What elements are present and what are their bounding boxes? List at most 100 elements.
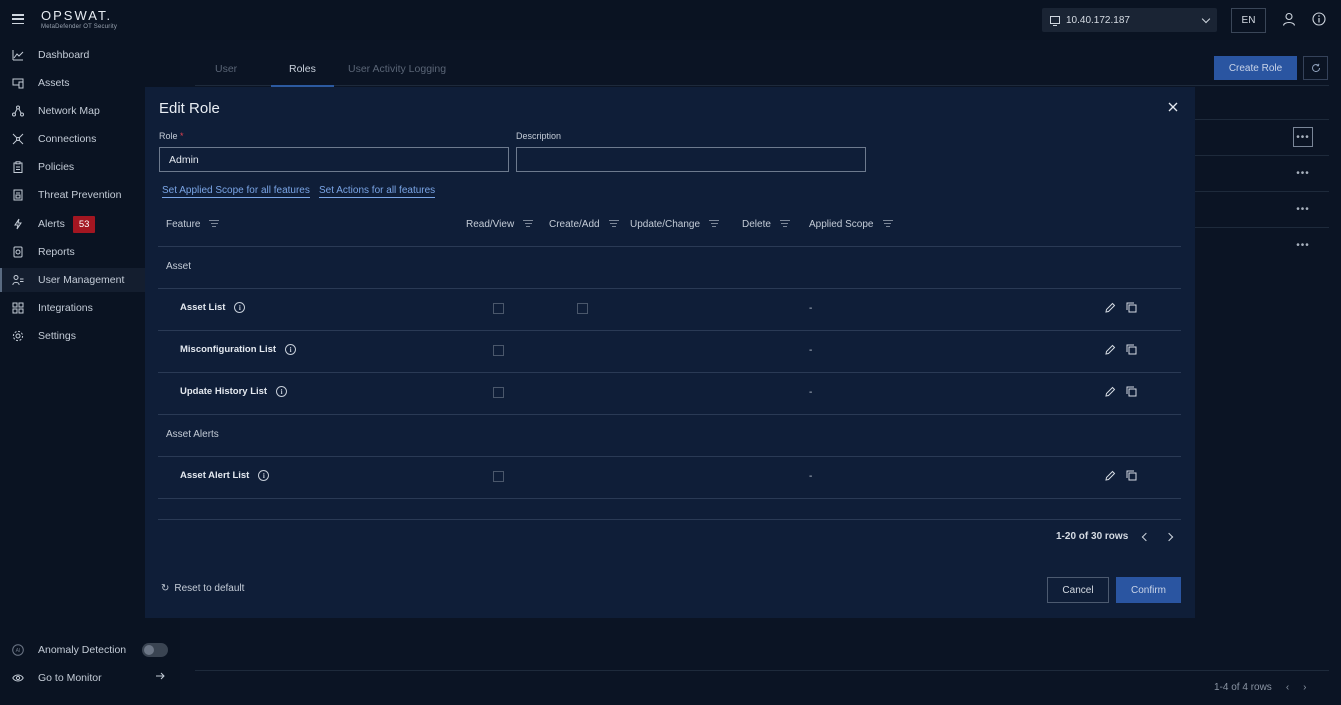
document-shield-icon	[12, 189, 24, 201]
info-icon[interactable]: i	[234, 302, 246, 313]
copy-icon[interactable]	[1126, 344, 1137, 355]
background-pagination: 1-4 of 4 rows ‹ ›	[1214, 682, 1307, 693]
column-label: Create/Add	[549, 219, 600, 230]
column-delete[interactable]: Delete	[742, 219, 790, 230]
refresh-button[interactable]	[1303, 56, 1328, 80]
filter-icon[interactable]	[523, 220, 534, 229]
chart-line-icon	[12, 49, 24, 61]
divider	[158, 372, 1181, 373]
info-icon[interactable]: i	[285, 344, 297, 355]
eye-icon	[12, 672, 24, 684]
monitor-icon	[1050, 16, 1060, 26]
read-view-checkbox[interactable]	[493, 345, 504, 356]
filter-icon[interactable]	[608, 220, 619, 229]
confirm-button[interactable]: Confirm	[1116, 577, 1181, 603]
sidebar-item-label: Assets	[38, 77, 70, 89]
go-to-monitor-link[interactable]: Go to Monitor	[0, 666, 180, 690]
role-input[interactable]: Admin	[159, 147, 509, 172]
chevron-left-icon[interactable]: ‹	[1286, 682, 1289, 693]
device-selector[interactable]: 10.40.172.187	[1042, 8, 1217, 32]
applied-scope-value: -	[809, 471, 813, 482]
applied-scope-value: -	[809, 303, 813, 314]
column-update-change[interactable]: Update/Change	[630, 219, 720, 230]
pencil-icon[interactable]	[1105, 344, 1116, 355]
gear-icon	[12, 330, 24, 342]
sidebar-item-label: Network Map	[38, 105, 100, 117]
anomaly-detection-toggle[interactable]	[142, 643, 168, 657]
set-applied-scope-link[interactable]: Set Applied Scope for all features	[162, 185, 310, 198]
create-add-checkbox[interactable]	[577, 303, 588, 314]
cancel-button[interactable]: Cancel	[1047, 577, 1109, 603]
language-button[interactable]: EN	[1231, 8, 1266, 33]
divider	[158, 456, 1181, 457]
column-create-add[interactable]: Create/Add	[549, 219, 619, 230]
copy-icon[interactable]	[1126, 386, 1137, 397]
group-asset-alerts: Asset Alerts	[166, 429, 219, 440]
copy-icon[interactable]	[1126, 302, 1137, 313]
tab-user-activity-logging[interactable]: User Activity Logging	[348, 63, 446, 75]
info-icon[interactable]	[1312, 12, 1326, 26]
read-view-checkbox[interactable]	[493, 471, 504, 482]
column-label: Read/View	[466, 219, 515, 230]
description-input[interactable]	[516, 147, 866, 172]
filter-icon[interactable]	[882, 220, 893, 229]
role-label-text: Role	[159, 131, 178, 141]
user-icon[interactable]	[1282, 12, 1296, 26]
chevron-down-icon	[1201, 14, 1211, 23]
applied-scope-value: -	[809, 345, 813, 356]
logo: OPSWAT. MetaDefender OT Security	[41, 8, 117, 30]
create-role-button[interactable]: Create Role	[1214, 56, 1297, 80]
divider	[158, 498, 1181, 499]
pencil-icon[interactable]	[1105, 302, 1116, 313]
tab-user[interactable]: User	[215, 63, 237, 75]
applied-scope-value: -	[809, 387, 813, 398]
feature-misconfiguration-list: Misconfiguration List i	[180, 344, 297, 355]
column-label: Feature	[166, 219, 201, 230]
sidebar-item-label: Policies	[38, 161, 75, 173]
top-bar: OPSWAT. MetaDefender OT Security 10.40.1…	[0, 0, 1341, 40]
logo-main: OPSWAT.	[41, 8, 113, 23]
divider	[158, 414, 1181, 415]
filter-icon[interactable]	[779, 220, 790, 229]
tab-roles[interactable]: Roles	[271, 63, 334, 87]
connections-icon	[12, 133, 24, 145]
required-marker: *	[180, 131, 184, 141]
alerts-count-badge: 53	[72, 215, 96, 233]
report-icon	[12, 246, 24, 258]
info-icon[interactable]: i	[258, 470, 270, 481]
row-more-button[interactable]: •••	[1293, 199, 1313, 219]
svg-text:AI: AI	[16, 648, 21, 654]
read-view-checkbox[interactable]	[493, 303, 504, 314]
chevron-right-icon[interactable]	[1165, 532, 1174, 541]
pencil-icon[interactable]	[1105, 386, 1116, 397]
column-feature[interactable]: Feature	[166, 219, 220, 230]
copy-icon[interactable]	[1126, 470, 1137, 481]
pencil-icon[interactable]	[1105, 470, 1116, 481]
edit-role-dialog: Edit Role Role * Admin Description Set A…	[145, 87, 1195, 618]
chevron-right-icon[interactable]: ›	[1303, 682, 1306, 693]
reset-to-default-button[interactable]: ↻ Reset to default	[161, 583, 244, 594]
sidebar-item-label: User Management	[38, 274, 125, 286]
clipboard-icon	[12, 161, 24, 173]
column-read-view[interactable]: Read/View	[466, 219, 534, 230]
close-icon[interactable]	[1167, 101, 1179, 113]
feature-name: Update History List	[180, 386, 268, 397]
chevron-left-icon[interactable]	[1142, 532, 1151, 541]
sidebar-item-dashboard[interactable]: Dashboard	[0, 43, 180, 67]
menu-icon[interactable]	[12, 14, 24, 24]
column-applied-scope[interactable]: Applied Scope	[809, 219, 893, 230]
devices-icon	[12, 77, 24, 89]
row-more-button[interactable]: •••	[1293, 127, 1313, 147]
bolt-icon	[12, 218, 24, 230]
filter-icon[interactable]	[209, 220, 220, 229]
row-more-button[interactable]: •••	[1293, 163, 1313, 183]
read-view-checkbox[interactable]	[493, 387, 504, 398]
feature-name: Asset List	[180, 302, 226, 313]
info-icon[interactable]: i	[276, 386, 288, 397]
row-more-button[interactable]: •••	[1293, 235, 1313, 255]
set-actions-link[interactable]: Set Actions for all features	[319, 185, 436, 198]
filter-icon[interactable]	[709, 220, 720, 229]
sidebar-item-label: Reports	[38, 246, 75, 258]
divider	[1195, 155, 1329, 156]
column-label: Delete	[742, 219, 771, 230]
